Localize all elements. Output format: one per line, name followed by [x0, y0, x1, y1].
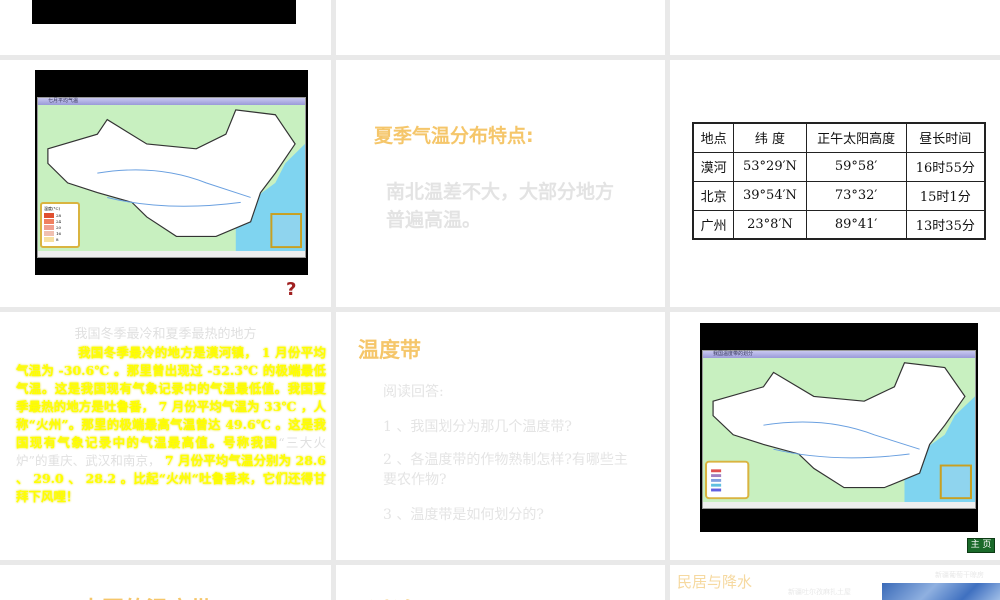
daylength-table: 地点 纬 度 正午太阳高度 昼长时间 漠河 53°29′N 59°58′ 16时… — [692, 122, 986, 240]
legend-title: 温度(°C) — [44, 206, 61, 211]
map-status-bar — [703, 502, 975, 508]
slide-thumbnail-summer-temp[interactable]: 夏季气温分布特点: 南北温差不大，大部分地方普遍高温。 — [336, 60, 665, 307]
table-cell: 73°32′ — [805, 180, 907, 211]
legend-value: 16 — [56, 231, 62, 236]
slide-thumbnail-map-july[interactable]: 七月平均气温 温度(°C) 28 24 20 16 8 ? — [0, 60, 331, 307]
question-item: 1 、我国划分为那几个温度带? — [383, 419, 572, 435]
slide-thumbnail-3[interactable] — [670, 0, 1000, 55]
table-header: 地点 — [692, 122, 735, 153]
table-header-row: 地点 纬 度 正午太阳高度 昼长时间 — [692, 122, 986, 153]
legend-value: 20 — [56, 225, 62, 230]
slide-thumbnail-table[interactable]: 地点 纬 度 正午太阳高度 昼长时间 漠河 53°29′N 59°58′ 16时… — [670, 60, 1000, 307]
map-status-bar — [38, 251, 305, 257]
photo-caption: 新疆葡萄干晾房 — [935, 571, 984, 579]
slide-thumbnail-temp-zones[interactable]: 温度带 阅读回答: 1 、我国划分为那几个温度带? 2 、各温度带的作物熟制怎样… — [336, 312, 665, 560]
photo-caption: 新疆吐尔孜麻扎土屋 — [788, 588, 851, 596]
table-cell: 59°58′ — [805, 151, 907, 182]
video-frame — [32, 0, 296, 24]
slide-intro: 阅读回答: — [383, 384, 444, 400]
table-cell: 16时55分 — [905, 151, 986, 182]
table-header: 昼长时间 — [905, 122, 986, 153]
slide-title: 夏季气温分布特点: — [374, 125, 534, 147]
slide-body: 南北温差不大，大部分地方普遍高温。 — [386, 181, 615, 231]
table-row: 广州 23°8′N 89°41′ 13时35分 — [692, 209, 986, 240]
table-cell: 15时1分 — [905, 180, 986, 211]
table-row: 漠河 53°29′N 59°58′ 16时55分 — [692, 151, 986, 182]
table-cell: 北京 — [692, 180, 735, 211]
slide-thumbnail-dwellings[interactable]: 民居与降水 新疆葡萄干晾房 新疆吐尔孜麻扎土屋 — [670, 565, 1000, 600]
home-button[interactable]: 主 页 — [967, 538, 995, 553]
slide-thumbnail-1[interactable] — [0, 0, 331, 55]
table-header: 正午太阳高度 — [805, 122, 907, 153]
slide-title: 中国的温度带 — [80, 592, 212, 600]
map-window: 我国温度带的划分 — [702, 350, 976, 509]
map-window: 七月平均气温 温度(°C) 28 24 20 16 8 — [37, 97, 306, 258]
map-window-title: 七月平均气温 — [38, 98, 305, 105]
map-window-title: 我国温度带的划分 — [703, 351, 975, 358]
legend-value: 28 — [56, 213, 62, 218]
slide-thumbnail-discussion[interactable]: 讨论 — [336, 565, 665, 600]
question-item: 2 、各温度带的作物熟制怎样?有哪些主要农作物? — [383, 452, 628, 488]
slide-title: 温度带 — [358, 338, 421, 362]
table-cell: 漠河 — [692, 151, 735, 182]
question-item: 3 、温度带是如何划分的? — [383, 507, 544, 523]
table-header: 纬 度 — [733, 122, 807, 153]
slide-title: 我国冬季最冷和夏季最热的地方 — [74, 327, 257, 342]
slide-thumbnail-map-zones[interactable]: 我国温度带的划分 主 页 — [670, 312, 1000, 560]
table-row: 北京 39°54′N 73°32′ 15时1分 — [692, 180, 986, 211]
slide-thumbnail-extremes[interactable]: 我国冬季最冷和夏季最热的地方 我国冬季最冷的地方是漠河镇， 1 月份平均气温为 … — [0, 312, 331, 560]
table-cell: 53°29′N — [733, 151, 807, 182]
table-cell: 13时35分 — [905, 209, 986, 240]
slide-thumbnail-china-zones[interactable]: 中国的温度带 — [0, 565, 331, 600]
slide-thumbnail-2[interactable] — [336, 0, 665, 55]
slide-title: 民居与降水 — [677, 573, 753, 591]
slide-title: 讨论 — [368, 592, 416, 600]
legend-value: 8 — [56, 237, 59, 242]
table-cell: 89°41′ — [805, 209, 907, 240]
table-cell: 39°54′N — [733, 180, 807, 211]
table-cell: 23°8′N — [733, 209, 807, 240]
slide-body: 我国冬季最冷的地方是漠河镇， 1 月份平均气温为 -30.6℃ 。那里曾出现过 … — [16, 344, 326, 506]
question-mark-button[interactable]: ? — [286, 279, 296, 300]
sky-photo — [882, 583, 1000, 600]
table-cell: 广州 — [692, 209, 735, 240]
china-map-icon — [703, 358, 975, 502]
legend-value: 24 — [56, 219, 62, 224]
legend-box: 温度(°C) 28 24 20 16 8 — [40, 202, 80, 248]
